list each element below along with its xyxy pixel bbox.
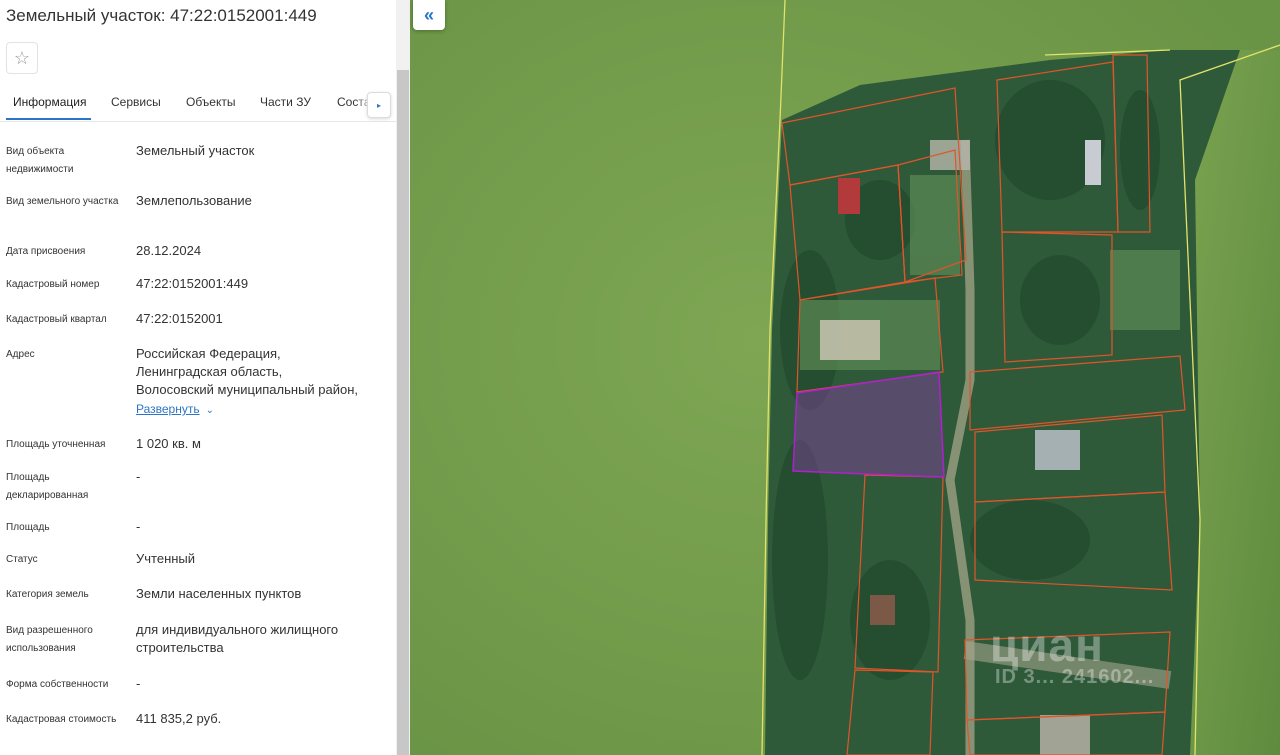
field-value-object-type: Земельный участок (136, 143, 255, 158)
active-tab-indicator (6, 118, 91, 120)
chevron-right-icon: ▸ (376, 100, 381, 110)
satellite-map[interactable] (410, 0, 1280, 755)
field-value-cadastral-number: 47:22:0152001:449 (136, 276, 249, 291)
page-title: Земельный участок: 47:22:0152001:449 (6, 6, 317, 25)
field-label-permitted-use: Вид разрешенного использования (6, 625, 93, 654)
field-area-right (1190, 50, 1280, 755)
watermark-logo: циан (990, 619, 1104, 671)
field-label-land-category: Категория земель (6, 589, 89, 600)
house-roof (870, 595, 895, 625)
field-label-area-refined: Площадь уточненная (6, 439, 106, 450)
scrollbar-thumb[interactable] (397, 70, 409, 755)
house-roof (1040, 715, 1090, 755)
field-label-land-type: Вид земельного участка (6, 196, 119, 207)
house-roof (838, 178, 860, 214)
tab-parts[interactable]: Части ЗУ (260, 95, 311, 109)
expand-address-link[interactable]: Развернуть ⌄ (136, 400, 391, 420)
field-value-address: Российская Федерация, Ленинградская обла… (136, 345, 391, 420)
field-label-ownership: Форма собственности (6, 679, 109, 690)
tab-bar: Информация Сервисы Объекты Части ЗУ Сост… (0, 86, 396, 122)
field-value-ownership: - (136, 676, 141, 691)
tab-information[interactable]: Информация (13, 95, 86, 109)
star-icon: ☆ (13, 47, 31, 68)
field-label-area-declared: Площадь декларированная (6, 472, 89, 501)
address-line: Волосовский муниципальный район, (136, 382, 359, 397)
field-value-assign-date: 28.12.2024 (136, 243, 202, 258)
field-value-cadastral-quarter: 47:22:0152001 (136, 311, 223, 326)
field-value-permitted-use: для индивидуального жилищного строительс… (136, 622, 339, 655)
field-value-cadastral-value: 411 835,2 руб. (136, 711, 222, 726)
field-value-area-refined: 1 020 кв. м (136, 436, 201, 451)
map-view[interactable] (410, 0, 1280, 755)
collapse-panel-button[interactable]: « (413, 0, 445, 30)
tabs-scroll-button[interactable]: ▸ (367, 92, 391, 118)
field-value-land-type: Землепользование (136, 193, 252, 208)
field-label-assign-date: Дата присвоения (6, 246, 86, 257)
field-label-area: Площадь (6, 522, 50, 533)
tab-services[interactable]: Сервисы (111, 95, 161, 109)
address-line: Ленинградская область, (136, 364, 283, 379)
double-chevron-left-icon: « (423, 4, 434, 25)
expand-link-text: Развернуть (136, 402, 200, 416)
field-value-area-declared: - (136, 469, 141, 484)
address-line: Российская Федерация, (136, 346, 281, 361)
field-label-cadastral-quarter: Кадастровый квартал (6, 314, 107, 325)
field-value-land-category: Земли населенных пунктов (136, 586, 302, 601)
field-label-status: Статус (6, 554, 38, 565)
panel-scrollbar[interactable] (396, 0, 410, 755)
field-label-cadastral-number: Кадастровый номер (6, 279, 100, 290)
field-value-area: - (136, 519, 141, 534)
favorite-button[interactable]: ☆ (6, 42, 38, 74)
tab-objects[interactable]: Объекты (186, 95, 236, 109)
field-value-status: Учтенный (136, 551, 196, 566)
watermark-id: ID 3... 241602... (995, 666, 1155, 688)
field-label-object-type: Вид объекта недвижимости (6, 146, 74, 175)
chevron-down-icon: ⌄ (205, 405, 214, 416)
house-roof (820, 320, 880, 360)
house-roof (1035, 430, 1080, 470)
house-roof (1085, 140, 1101, 185)
field-label-cadastral-value: Кадастровая стоимость (6, 714, 117, 725)
field-label-address: Адрес (6, 349, 35, 360)
info-panel: Земельный участок: 47:22:0152001:449 ☆ И… (0, 0, 396, 755)
